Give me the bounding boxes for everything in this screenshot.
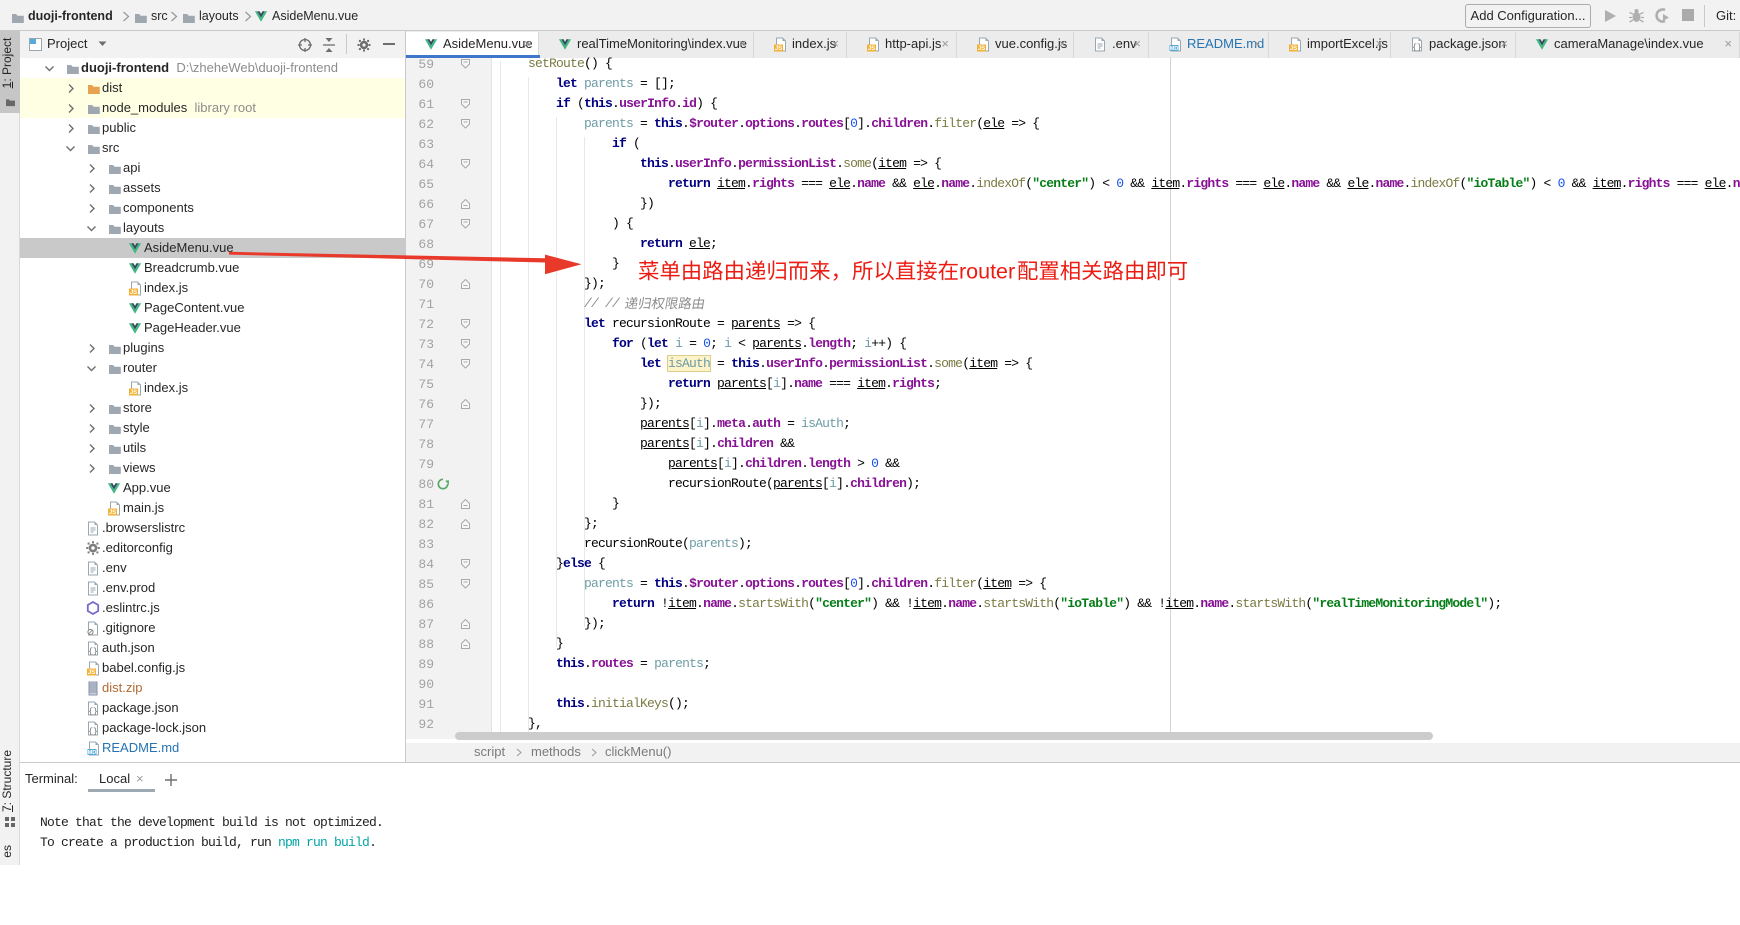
svg-text:{}: {}: [88, 648, 98, 657]
svg-text:{}: {}: [88, 728, 98, 737]
svg-text:JS: JS: [109, 510, 116, 516]
svg-text:MD: MD: [88, 750, 97, 756]
svg-text:JS: JS: [130, 290, 137, 296]
svg-text:JS: JS: [88, 670, 95, 676]
svg-text:JS: JS: [130, 390, 137, 396]
svg-text:{}: {}: [88, 708, 98, 717]
svg-text:router: router: [959, 260, 1015, 284]
